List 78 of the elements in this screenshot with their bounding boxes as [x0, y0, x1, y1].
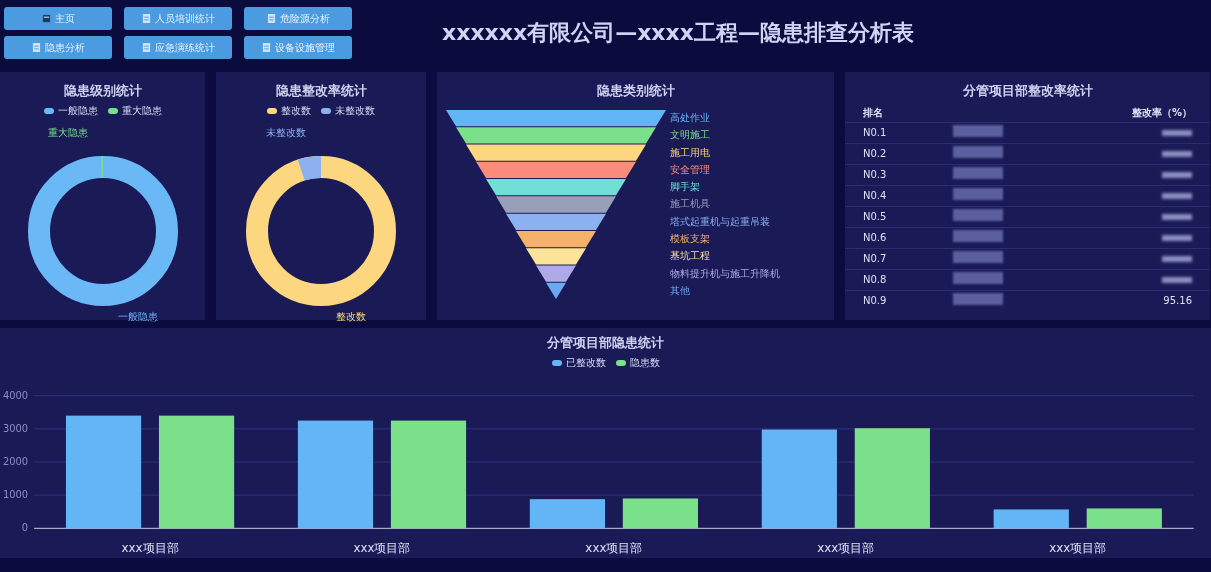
- column-header: 整改率（%）: [1064, 104, 1210, 123]
- panel-title: 隐患整改率统计: [275, 82, 367, 100]
- category-label: xxx项目部: [585, 541, 643, 556]
- redacted-name: [952, 251, 1003, 263]
- document-icon: [266, 14, 276, 23]
- redacted-value: [1162, 193, 1192, 199]
- category-label: 施工机具: [669, 197, 711, 212]
- redacted-name: [952, 125, 1003, 137]
- legend-label: 隐患数: [629, 356, 660, 370]
- nav-button[interactable]: 应急演练统计: [124, 36, 232, 59]
- category-label: 文明施工: [669, 128, 711, 143]
- redacted-name: [952, 230, 1003, 242]
- redacted-value: [1162, 277, 1192, 283]
- category-label: 脚手架: [669, 180, 701, 195]
- rank-cell: N0.2: [845, 143, 935, 165]
- nav-button[interactable]: 人员培训统计: [124, 7, 232, 30]
- legend-label: 未整改数: [335, 104, 375, 118]
- rate-cell: 95.16: [1163, 295, 1192, 306]
- category-label: 基坑工程: [669, 249, 711, 264]
- category-label: 模板支架: [669, 232, 711, 247]
- nav-button[interactable]: 设备设施管理: [244, 36, 352, 59]
- axis-tick-label: 0: [21, 522, 29, 534]
- rank-cell: N0.8: [845, 269, 935, 291]
- redacted-value: [1162, 214, 1192, 220]
- category-label: 安全管理: [669, 162, 711, 177]
- redacted-name: [952, 209, 1003, 221]
- panel-title: 隐患类别统计: [596, 82, 675, 100]
- redacted-value: [1162, 235, 1192, 241]
- rank-cell: N0.3: [845, 164, 935, 186]
- redacted-value: [1162, 151, 1192, 157]
- rank-cell: N0.6: [845, 227, 935, 249]
- redacted-name: [952, 146, 1003, 158]
- category-label: 物料提升机与施工升降机: [669, 266, 780, 281]
- document-icon: [261, 43, 271, 52]
- nav-button[interactable]: 隐患分析: [4, 36, 112, 59]
- slice-label: 重大隐患: [47, 126, 88, 140]
- category-label: 高处作业: [669, 111, 711, 125]
- panel-title: 隐患级别统计: [63, 82, 142, 100]
- nav-button[interactable]: 危险源分析: [244, 7, 352, 30]
- category-label: 施工用电: [669, 145, 711, 160]
- legend-label: 已整改数: [565, 356, 606, 370]
- slice-label: 一般隐患: [117, 310, 158, 324]
- redacted-value: [1162, 172, 1192, 178]
- home-icon: [41, 14, 51, 23]
- document-icon: [141, 43, 151, 52]
- category-label: xxx项目部: [817, 541, 875, 556]
- rank-cell: N0.1: [845, 122, 935, 144]
- rank-cell: N0.7: [845, 248, 935, 270]
- axis-tick-label: 4000: [3, 389, 29, 401]
- redacted-name: [952, 293, 1003, 305]
- legend-label: 一般隐患: [57, 104, 98, 118]
- axis-tick-label: 3000: [3, 422, 29, 434]
- rank-cell: N0.4: [845, 185, 935, 207]
- nav-button[interactable]: 主页: [4, 7, 112, 30]
- rank-cell: N0.9: [845, 290, 935, 311]
- document-icon: [31, 43, 41, 52]
- legend-label: 重大隐患: [121, 104, 162, 118]
- category-label: xxx项目部: [121, 541, 179, 556]
- legend-label: 整改数: [281, 104, 311, 118]
- page-title: xxxxxx有限公司—xxxx工程—隐患排查分析表: [442, 19, 914, 47]
- redacted-name: [952, 272, 1003, 284]
- category-label: xxx项目部: [353, 541, 411, 556]
- slice-label: 未整改数: [266, 126, 306, 140]
- redacted-value: [1162, 130, 1192, 136]
- chart-title: 分管项目部隐患统计: [547, 334, 664, 352]
- category-label: 塔式起重机与起重吊装: [669, 214, 771, 229]
- axis-tick-label: 2000: [3, 456, 29, 467]
- redacted-name: [952, 188, 1003, 200]
- category-label: 其他: [669, 283, 691, 298]
- redacted-name: [952, 167, 1003, 179]
- panel-title: 分管项目部整改率统计: [962, 82, 1093, 100]
- redacted-value: [1162, 256, 1192, 262]
- category-label: xxx项目部: [1049, 541, 1107, 556]
- document-icon: [141, 14, 151, 23]
- slice-label: 整改数: [336, 310, 366, 324]
- rank-cell: N0.5: [845, 206, 935, 228]
- column-header: 排名: [845, 104, 935, 123]
- axis-tick-label: 1000: [3, 489, 29, 501]
